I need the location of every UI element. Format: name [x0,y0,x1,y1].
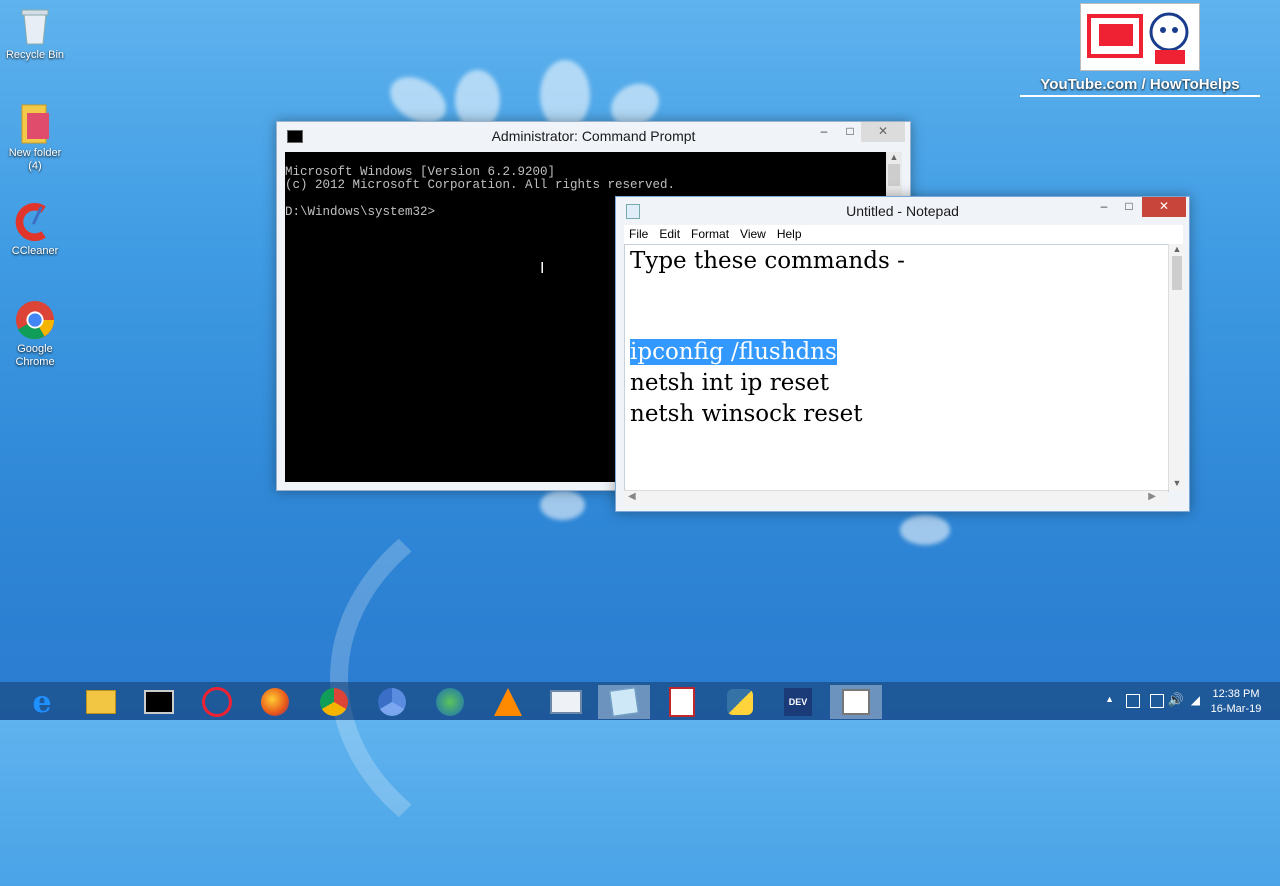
scroll-down-arrow-icon[interactable]: ▼ [1169,478,1185,488]
chrome-icon [320,688,348,716]
desktop-icon-ccleaner[interactable]: CCleaner [4,202,66,258]
taskbar-download-manager[interactable] [424,685,476,719]
volume-icon[interactable]: 🔊 [1168,692,1184,708]
notepad-maximize-button[interactable]: □ [1116,197,1142,217]
internet-explorer-icon: e [32,684,52,720]
globe-download-icon [436,688,464,716]
taskbar: e DEV ▲ 🔊 ◢ 12:38 PM 16-Mar-19 [0,682,1280,720]
desktop-icon-google-chrome[interactable]: Google Chrome [4,300,66,369]
keyboard-icon [550,690,582,714]
menu-view[interactable]: View [735,225,772,241]
notepad-window[interactable]: Untitled - Notepad – □ ✕ File Edit Format V… [615,196,1190,512]
ccleaner-icon [15,202,55,242]
cmd-minimize-button[interactable]: – [811,122,837,142]
notepad-minimize-button[interactable]: – [1091,197,1117,217]
menu-file[interactable]: File [624,225,654,241]
tray-network-icon[interactable] [1150,694,1164,708]
notepad-horizontal-scrollbar[interactable]: ◀ ▶ [624,490,1168,506]
desktop-icon-label: Recycle Bin [5,49,65,61]
notepad-text-area[interactable]: Type these commands - ipconfig /flushdns… [624,244,1169,492]
taskbar-acrobat[interactable] [656,685,708,719]
python-icon [727,689,753,715]
channel-url: YouTube.com / HowToHelps [1020,76,1260,97]
tray-device-icon[interactable] [1126,694,1140,708]
notepad-title-bar[interactable]: Untitled - Notepad – □ ✕ [616,197,1189,225]
text-cursor-ibeam: I [540,260,545,277]
desktop-icon-label: New folder (4) [8,147,62,172]
clock[interactable]: 12:38 PM 16-Mar-19 [1208,687,1264,717]
scroll-up-arrow-icon[interactable]: ▲ [1169,244,1185,254]
recycle-bin-icon [15,6,55,46]
scroll-right-arrow-icon[interactable]: ▶ [1148,491,1156,502]
acrobat-icon [669,687,695,717]
scroll-thumb[interactable] [1172,256,1182,290]
show-hidden-icons-chevron-icon[interactable]: ▲ [1105,694,1114,704]
menu-help[interactable]: Help [772,225,808,241]
taskbar-command-prompt[interactable] [133,685,185,719]
taskbar-clipboard-app[interactable] [830,685,882,719]
clipboard-icon [842,689,870,715]
file-explorer-icon [86,690,116,714]
scroll-left-arrow-icon[interactable]: ◀ [628,491,636,502]
taskbar-python[interactable] [714,685,766,719]
desktop-icon-label: CCleaner [11,245,59,257]
taskbar-vlc[interactable] [482,685,534,719]
cmd-output-line: (c) 2012 Microsoft Corporation. All righ… [285,178,676,192]
chrome-icon [15,300,55,340]
text-line-heading: Type these commands - [630,248,905,274]
notepad-vertical-scrollbar[interactable]: ▲ ▼ [1168,244,1185,490]
command-prompt-icon [144,690,174,714]
taskbar-firefox[interactable] [249,685,301,719]
menu-edit[interactable]: Edit [654,225,686,241]
scroll-thumb[interactable] [888,164,900,186]
taskbar-snipping-tool[interactable] [191,685,243,719]
taskbar-chromium[interactable] [366,685,418,719]
notepad-menu-bar: File Edit Format View Help [624,225,1183,244]
vlc-icon [494,688,522,716]
taskbar-internet-explorer[interactable]: e [16,684,68,720]
scroll-up-arrow-icon[interactable]: ▲ [886,152,902,162]
desktop-icon-new-folder[interactable]: New folder (4) [4,104,66,173]
text-line-command: netsh int ip reset [630,370,829,396]
folder-icon [15,104,55,144]
cmd-close-button[interactable]: ✕ [861,122,905,142]
taskbar-notepad[interactable] [598,685,650,719]
menu-format[interactable]: Format [686,225,735,241]
taskbar-dev-cpp[interactable]: DEV [772,685,824,719]
text-line-command: ipconfig /flushdns [630,339,837,365]
notepad-icon [609,687,639,717]
channel-logo [1080,3,1200,71]
channel-watermark: YouTube.com / HowToHelps [1020,3,1260,97]
clock-time: 12:38 PM [1212,688,1260,700]
selected-text: ipconfig /flushdns [630,339,837,365]
taskbar-chrome[interactable] [308,685,360,719]
desktop-icon-recycle-bin[interactable]: Recycle Bin [4,6,66,62]
clock-date: 16-Mar-19 [1210,703,1262,715]
dev-cpp-icon: DEV [784,688,812,716]
signal-bars-icon[interactable]: ◢ [1191,693,1200,707]
snipping-tool-icon [202,687,232,717]
desktop-icon-label: Google Chrome [15,343,55,368]
firefox-icon [261,688,289,716]
cmd-maximize-button[interactable]: □ [837,122,863,142]
cmd-output-line: Microsoft Windows [Version 6.2.9200] [285,164,556,179]
cmd-title-bar[interactable]: Administrator: Command Prompt – □ ✕ [277,122,910,150]
taskbar-file-explorer[interactable] [75,685,127,719]
chromium-icon [378,688,406,716]
text-line-command: netsh winsock reset [630,401,863,427]
taskbar-on-screen-keyboard[interactable] [540,685,592,719]
notepad-close-button[interactable]: ✕ [1142,197,1186,217]
